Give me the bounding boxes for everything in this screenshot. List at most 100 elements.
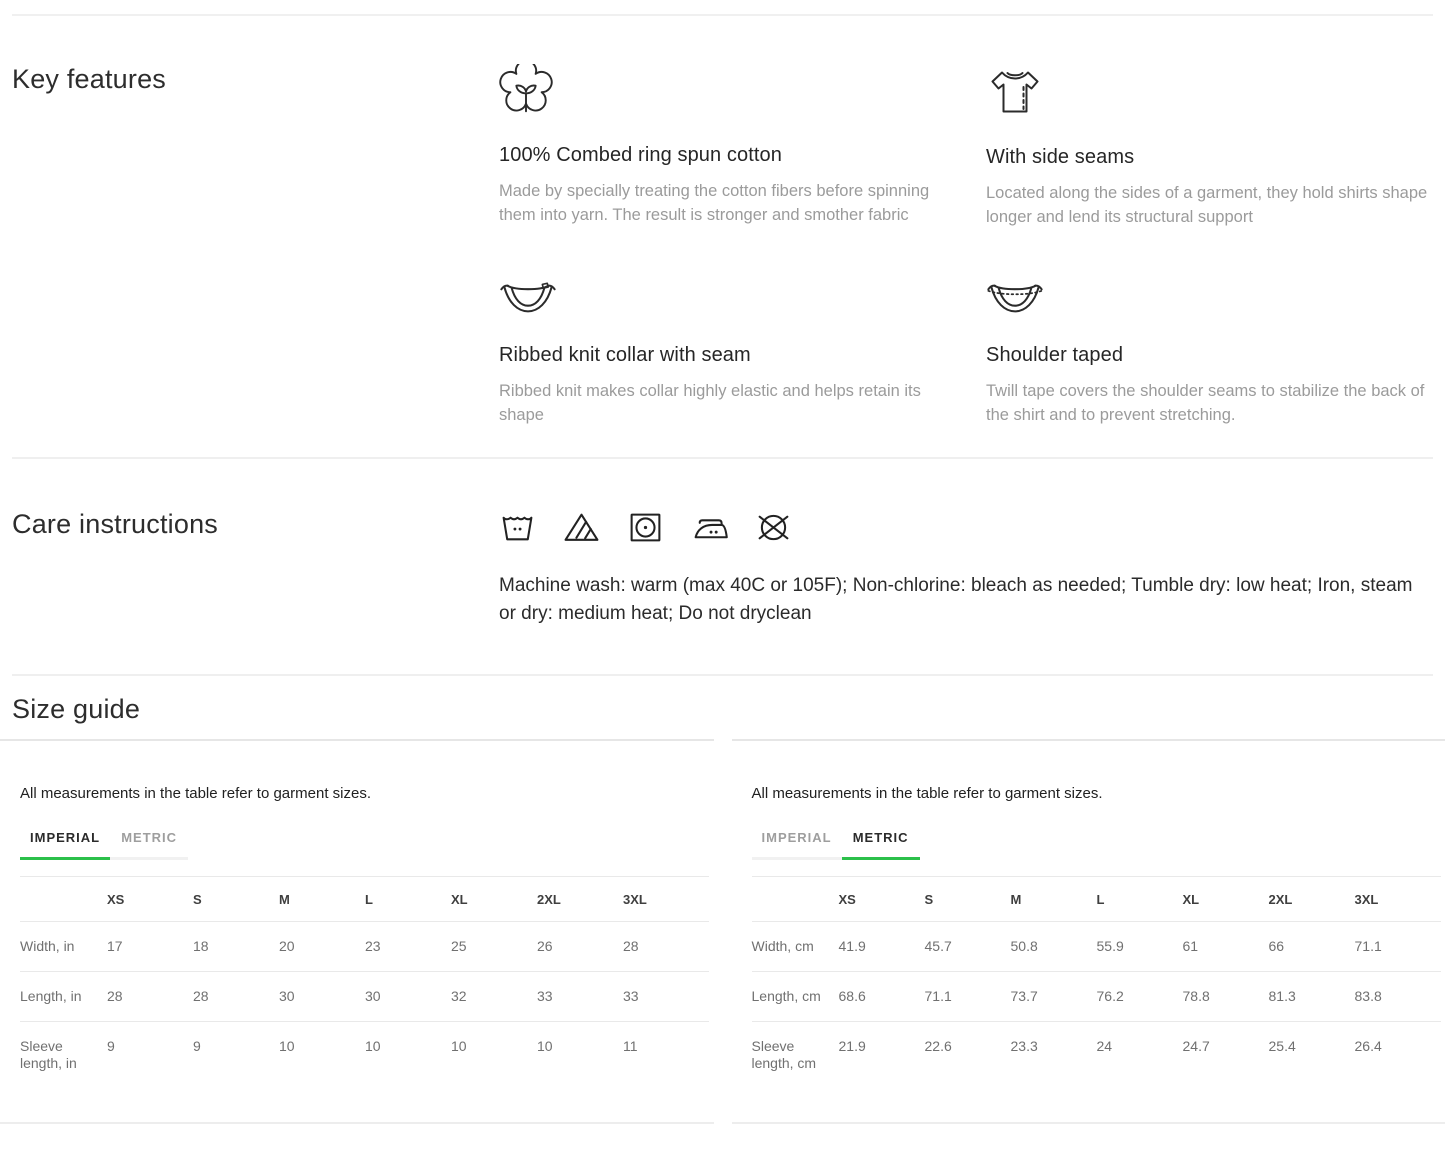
row-label: Width, cm xyxy=(752,922,839,972)
size-header-row: XSSMLXL2XL3XL xyxy=(752,877,1441,922)
size-table-row: Sleeve length, in991010101011 xyxy=(20,1022,709,1089)
size-table-imperial: XSSMLXL2XL3XL Width, in17182023252628Len… xyxy=(20,876,709,1088)
row-label: Sleeve length, cm xyxy=(752,1022,839,1089)
tumble-dry-low-icon xyxy=(627,509,664,546)
key-features-grid: 100% Combed ring spun cotton Made by spe… xyxy=(499,64,1433,427)
size-value: 23 xyxy=(365,922,451,972)
size-value: 41.9 xyxy=(839,922,925,972)
size-value: 25 xyxy=(451,922,537,972)
size-value: 33 xyxy=(623,972,709,1022)
size-value: 9 xyxy=(107,1022,193,1089)
size-value: 66 xyxy=(1269,922,1355,972)
feature-shoulder-taped: Shoulder taped Twill tape covers the sho… xyxy=(986,277,1433,427)
size-column-header: XL xyxy=(451,877,537,922)
size-value: 71.1 xyxy=(925,972,1011,1022)
size-column-header: XS xyxy=(839,877,925,922)
cotton-flower-icon xyxy=(499,64,553,118)
size-value: 76.2 xyxy=(1097,972,1183,1022)
size-column-header xyxy=(752,877,839,922)
shoulder-tape-collar-icon xyxy=(986,277,1044,318)
size-value: 30 xyxy=(365,972,451,1022)
size-value: 18 xyxy=(193,922,279,972)
feature-description: Located along the sides of a garment, th… xyxy=(986,181,1433,229)
tab-metric[interactable]: METRIC xyxy=(842,826,920,860)
care-icons-row xyxy=(499,509,1433,546)
feature-title: Ribbed knit collar with seam xyxy=(499,344,946,367)
size-value: 78.8 xyxy=(1183,972,1269,1022)
product-details-page: Key features 100% Combed ring spun cotto… xyxy=(0,14,1445,1174)
size-value: 24.7 xyxy=(1183,1022,1269,1089)
non-chlorine-bleach-icon xyxy=(563,509,600,546)
size-table-metric: XSSMLXL2XL3XL Width, cm41.945.750.855.96… xyxy=(752,876,1441,1088)
size-value: 10 xyxy=(365,1022,451,1089)
row-label: Sleeve length, in xyxy=(20,1022,107,1089)
do-not-dryclean-icon xyxy=(755,509,792,546)
tab-metric[interactable]: METRIC xyxy=(110,826,188,860)
size-table-row: Sleeve length, cm21.922.623.32424.725.42… xyxy=(752,1022,1441,1089)
size-value: 21.9 xyxy=(839,1022,925,1089)
unit-tabs: IMPERIALMETRIC xyxy=(752,826,1444,860)
care-instructions-title: Care instructions xyxy=(12,509,499,540)
size-table-row: Length, in28283030323333 xyxy=(20,972,709,1022)
machine-wash-warm-icon xyxy=(499,509,536,546)
size-column-header: 3XL xyxy=(1355,877,1441,922)
size-value: 73.7 xyxy=(1011,972,1097,1022)
size-value: 20 xyxy=(279,922,365,972)
care-instructions-section: Care instructions xyxy=(0,459,1445,674)
size-column-header: L xyxy=(1097,877,1183,922)
size-value: 17 xyxy=(107,922,193,972)
care-heading-column: Care instructions xyxy=(12,509,499,628)
size-column-header: 2XL xyxy=(537,877,623,922)
size-value: 26 xyxy=(537,922,623,972)
size-value: 9 xyxy=(193,1022,279,1089)
size-value: 50.8 xyxy=(1011,922,1097,972)
size-table-imperial-card: All measurements in the table refer to g… xyxy=(0,739,714,1124)
row-label: Length, in xyxy=(20,972,107,1022)
size-guide-section: Size guide All measurements in the table… xyxy=(0,676,1445,1124)
feature-ribbed-collar: Ribbed knit collar with seam Ribbed knit… xyxy=(499,277,946,427)
feature-description: Ribbed knit makes collar highly elastic … xyxy=(499,379,946,427)
size-value: 61 xyxy=(1183,922,1269,972)
key-features-heading-column: Key features xyxy=(12,64,499,427)
size-value: 26.4 xyxy=(1355,1022,1441,1089)
row-label: Length, cm xyxy=(752,972,839,1022)
feature-title: 100% Combed ring spun cotton xyxy=(499,144,946,167)
tab-imperial[interactable]: IMPERIAL xyxy=(20,826,110,860)
feature-side-seams: With side seams Located along the sides … xyxy=(986,64,1433,229)
size-table-row: Width, cm41.945.750.855.9616671.1 xyxy=(752,922,1441,972)
size-value: 71.1 xyxy=(1355,922,1441,972)
size-column-header: S xyxy=(193,877,279,922)
size-value: 83.8 xyxy=(1355,972,1441,1022)
size-column-header: 3XL xyxy=(623,877,709,922)
tab-imperial[interactable]: IMPERIAL xyxy=(752,826,842,860)
care-instructions-text: Machine wash: warm (max 40C or 105F); No… xyxy=(499,572,1433,628)
size-column-header: XS xyxy=(107,877,193,922)
size-column-header: XL xyxy=(1183,877,1269,922)
size-value: 25.4 xyxy=(1269,1022,1355,1089)
feature-title: Shoulder taped xyxy=(986,344,1433,367)
size-column-header: S xyxy=(925,877,1011,922)
measurements-note: All measurements in the table refer to g… xyxy=(20,785,712,802)
size-value: 24 xyxy=(1097,1022,1183,1089)
size-column-header xyxy=(20,877,107,922)
size-value: 55.9 xyxy=(1097,922,1183,972)
size-column-header: M xyxy=(279,877,365,922)
size-value: 30 xyxy=(279,972,365,1022)
size-value: 32 xyxy=(451,972,537,1022)
size-column-header: 2XL xyxy=(1269,877,1355,922)
unit-tabs: IMPERIALMETRIC xyxy=(20,826,712,860)
key-features-section: Key features 100% Combed ring spun cotto… xyxy=(0,16,1445,457)
size-value: 68.6 xyxy=(839,972,925,1022)
size-table-metric-card: All measurements in the table refer to g… xyxy=(732,739,1445,1124)
tshirt-side-seams-icon xyxy=(986,64,1044,120)
size-guide-title: Size guide xyxy=(12,694,1445,725)
feature-cotton: 100% Combed ring spun cotton Made by spe… xyxy=(499,64,946,229)
feature-description: Twill tape covers the shoulder seams to … xyxy=(986,379,1433,427)
size-value: 28 xyxy=(623,922,709,972)
key-features-title: Key features xyxy=(12,64,499,95)
size-value: 45.7 xyxy=(925,922,1011,972)
size-table-row: Length, cm68.671.173.776.278.881.383.8 xyxy=(752,972,1441,1022)
size-column-header: M xyxy=(1011,877,1097,922)
size-value: 10 xyxy=(451,1022,537,1089)
size-value: 10 xyxy=(279,1022,365,1089)
